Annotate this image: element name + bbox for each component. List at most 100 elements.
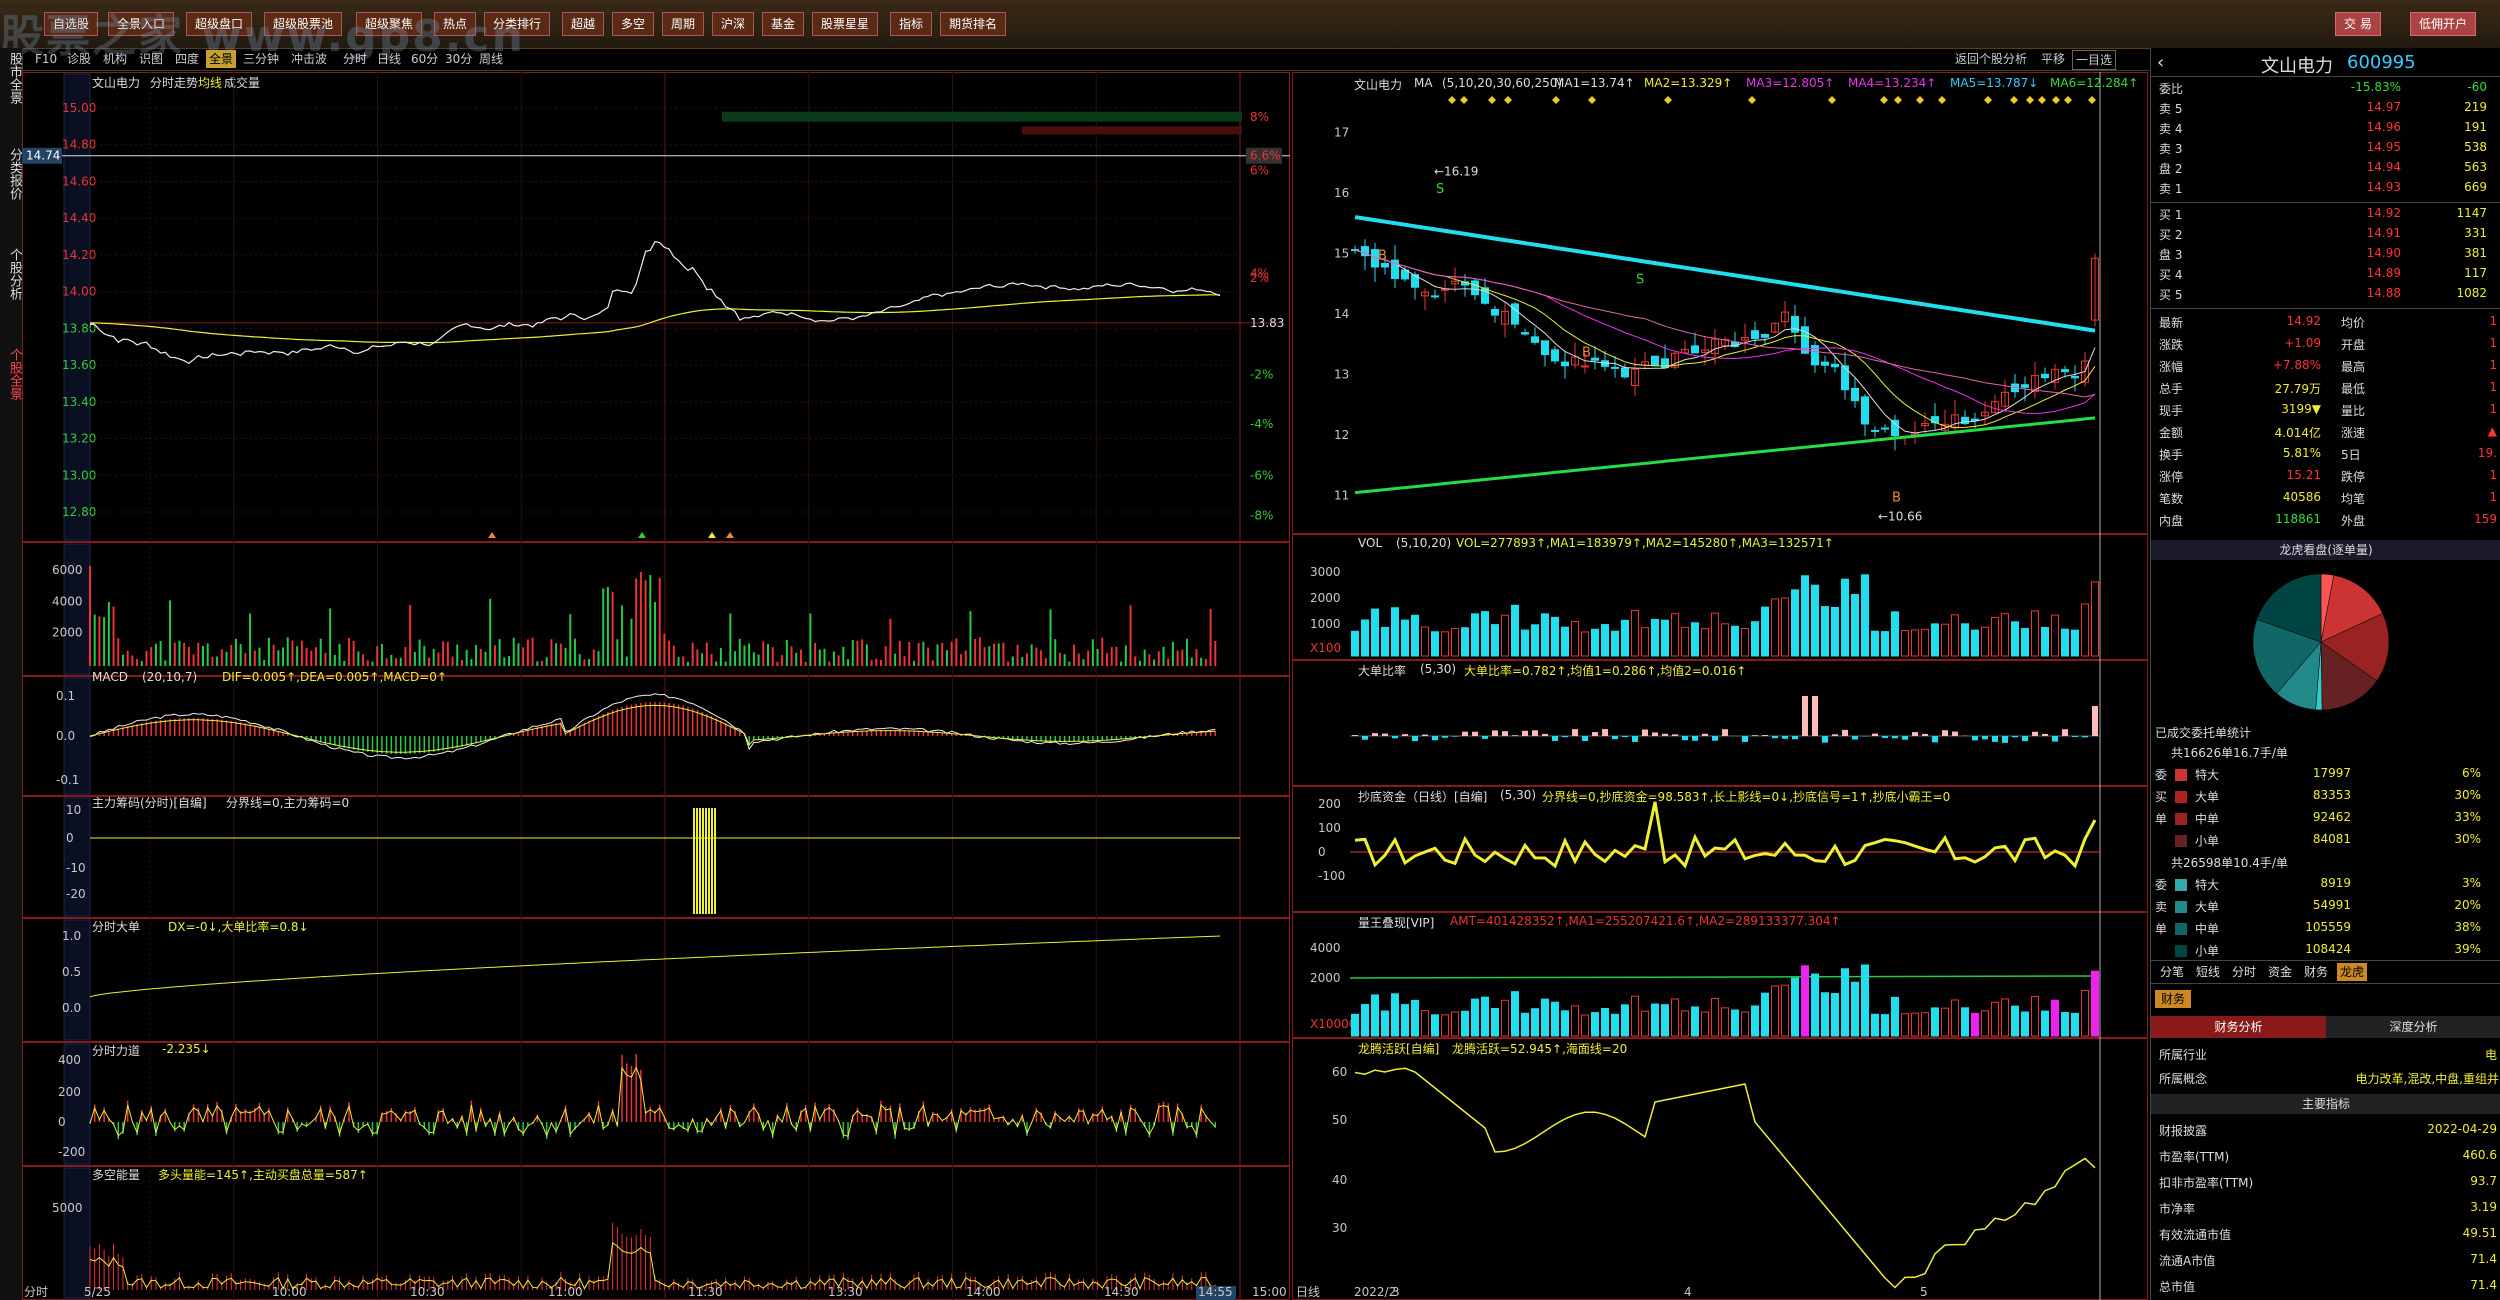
quote-tab[interactable]: 资金: [2265, 963, 2295, 981]
daily-time-tick: 3: [1392, 1285, 1400, 1299]
menu-item[interactable]: 多空: [612, 12, 655, 36]
sell-order-row: 卖 大单 54991 20%: [2151, 898, 2500, 918]
stat-value-2: 1: [2489, 380, 2497, 394]
candle-body: [1491, 308, 1499, 316]
finance-row: 总市值 71.4: [2151, 1278, 2500, 1298]
quote-tab[interactable]: 龙虎: [2337, 963, 2368, 981]
vol-bar: [1901, 630, 1909, 657]
finance-value: 71.4: [2470, 1252, 2497, 1266]
qty-bar: [1971, 1012, 1979, 1037]
ratio-bar: [1952, 731, 1958, 736]
tab-finance-analysis[interactable]: 财务分析: [2151, 1016, 2326, 1038]
toolbar-diagnose[interactable]: 诊股: [64, 50, 94, 68]
macd-title: MACD: [92, 670, 128, 684]
dragon-tick: 60: [1332, 1065, 1347, 1079]
ratio-bar: [1452, 736, 1458, 737]
ratio-bar: [1872, 733, 1878, 736]
vol-bar: [1361, 619, 1369, 657]
ratio-bar: [1632, 736, 1638, 742]
signal-marker: [488, 532, 496, 538]
ratio-bar: [1442, 736, 1448, 738]
finance-row: 流通A市值 71.4: [2151, 1252, 2500, 1272]
time-tick: 14:00: [966, 1285, 1001, 1299]
quote-tab[interactable]: 分笔: [2157, 963, 2187, 981]
vol-params: (5,10,20): [1396, 536, 1452, 550]
stat-value: 14.92: [2286, 314, 2321, 328]
toolbar-weekly[interactable]: 周线: [476, 50, 506, 68]
trade-button[interactable]: 交 易: [2335, 12, 2381, 36]
side-tab-market[interactable]: 股市全景: [0, 52, 22, 104]
finance-value: 3.19: [2470, 1200, 2497, 1214]
time-tick: 5/25: [84, 1285, 111, 1299]
order-percent: 39%: [2454, 942, 2481, 956]
low-label: ←10.66: [1878, 509, 1922, 523]
ratio-bar: [1882, 736, 1888, 738]
stat-value-2: 159: [2474, 512, 2497, 526]
toolbar-30min[interactable]: 30分: [442, 50, 475, 68]
quote-tab[interactable]: 分时: [2229, 963, 2259, 981]
toolbar-f10[interactable]: F10: [32, 50, 60, 68]
buy-order-total: 共16626单16.7手/单: [2171, 746, 2288, 760]
menu-item[interactable]: 股票星星: [812, 12, 879, 36]
event-diamond: [1916, 96, 1924, 104]
qty-bar: [1931, 1007, 1939, 1037]
toolbar-daily[interactable]: 日线: [374, 50, 404, 68]
vol-bar: [1451, 628, 1459, 657]
toolbar-3min[interactable]: 三分钟: [240, 50, 282, 68]
event-diamond: [1938, 96, 1946, 104]
dragon-title: 龙腾活跃[自编]: [1358, 1042, 1440, 1056]
tab-deep-analysis[interactable]: 深度分析: [2326, 1016, 2500, 1038]
ratio-bar: [1652, 732, 1658, 736]
pane-border: [1292, 912, 2148, 1038]
volume-tick: 2000: [52, 626, 83, 640]
select-dropdown[interactable]: 一目选: [2072, 50, 2117, 70]
ma60-line: [1354, 215, 2096, 333]
pane-border: [22, 918, 1290, 1042]
quote-tab[interactable]: 财务: [2301, 963, 2331, 981]
finance-value: 71.4: [2470, 1278, 2497, 1292]
stat-value-2: 1: [2489, 336, 2497, 350]
side-tab-stock-analysis[interactable]: 个股分析: [0, 248, 22, 300]
qty-bar: [1571, 1005, 1579, 1037]
order-volume: 54991: [2312, 898, 2351, 912]
ratio-bar: [1642, 729, 1648, 736]
ratio-bar: [1772, 736, 1778, 739]
menu-item[interactable]: 周期: [662, 12, 705, 36]
vol-bar: [1431, 631, 1439, 657]
stat-label-2: 涨速: [2341, 426, 2366, 440]
toolbar-intraday[interactable]: 分时: [340, 50, 370, 68]
menu-item[interactable]: 期货排名: [940, 12, 1007, 36]
toolbar-overview[interactable]: 全景: [206, 50, 237, 68]
menu-item[interactable]: 超越: [562, 12, 605, 36]
toolbar-4d[interactable]: 四度: [172, 50, 202, 68]
vol-bar: [1481, 611, 1489, 657]
pane-border: [1292, 660, 2148, 786]
toolbar-60min[interactable]: 60分: [408, 50, 441, 68]
candle-body: [2071, 375, 2079, 379]
open-account-button[interactable]: 低佣开户: [2410, 12, 2477, 36]
flat-button[interactable]: 平移: [2038, 50, 2068, 68]
quote-tab[interactable]: 短线: [2193, 963, 2223, 981]
ratio-bar: [1602, 729, 1608, 736]
ratio-bar: [1902, 736, 1908, 740]
force-tick: 200: [58, 1085, 81, 1099]
toolbar-institution[interactable]: 机构: [100, 50, 130, 68]
bid-row: 买 4 14.89 117: [2151, 266, 2500, 286]
macd-tick: 0.1: [56, 689, 75, 703]
side-tab-category[interactable]: 分类报价: [0, 148, 22, 200]
menu-item[interactable]: 沪深: [712, 12, 755, 36]
ratio-bar: [1352, 735, 1358, 736]
toolbar-pattern[interactable]: 识图: [136, 50, 166, 68]
menu-item[interactable]: 指标: [890, 12, 933, 36]
back-chevron-icon[interactable]: ‹: [2157, 52, 2164, 73]
toolbar-impact[interactable]: 冲击波: [288, 50, 330, 68]
finance-tag[interactable]: 财务: [2155, 990, 2192, 1008]
return-analysis-button[interactable]: 返回个股分析: [1952, 50, 2030, 68]
ratio-bar: [1852, 736, 1858, 740]
bid-price: 14.92: [2366, 206, 2401, 220]
ask-price: 14.96: [2366, 120, 2401, 134]
menu-item[interactable]: 基金: [762, 12, 805, 36]
stat-label: 现手: [2159, 404, 2184, 418]
stat-value-2: 1: [2489, 490, 2497, 504]
side-tab-stock-overview[interactable]: 个股全景: [0, 348, 22, 400]
